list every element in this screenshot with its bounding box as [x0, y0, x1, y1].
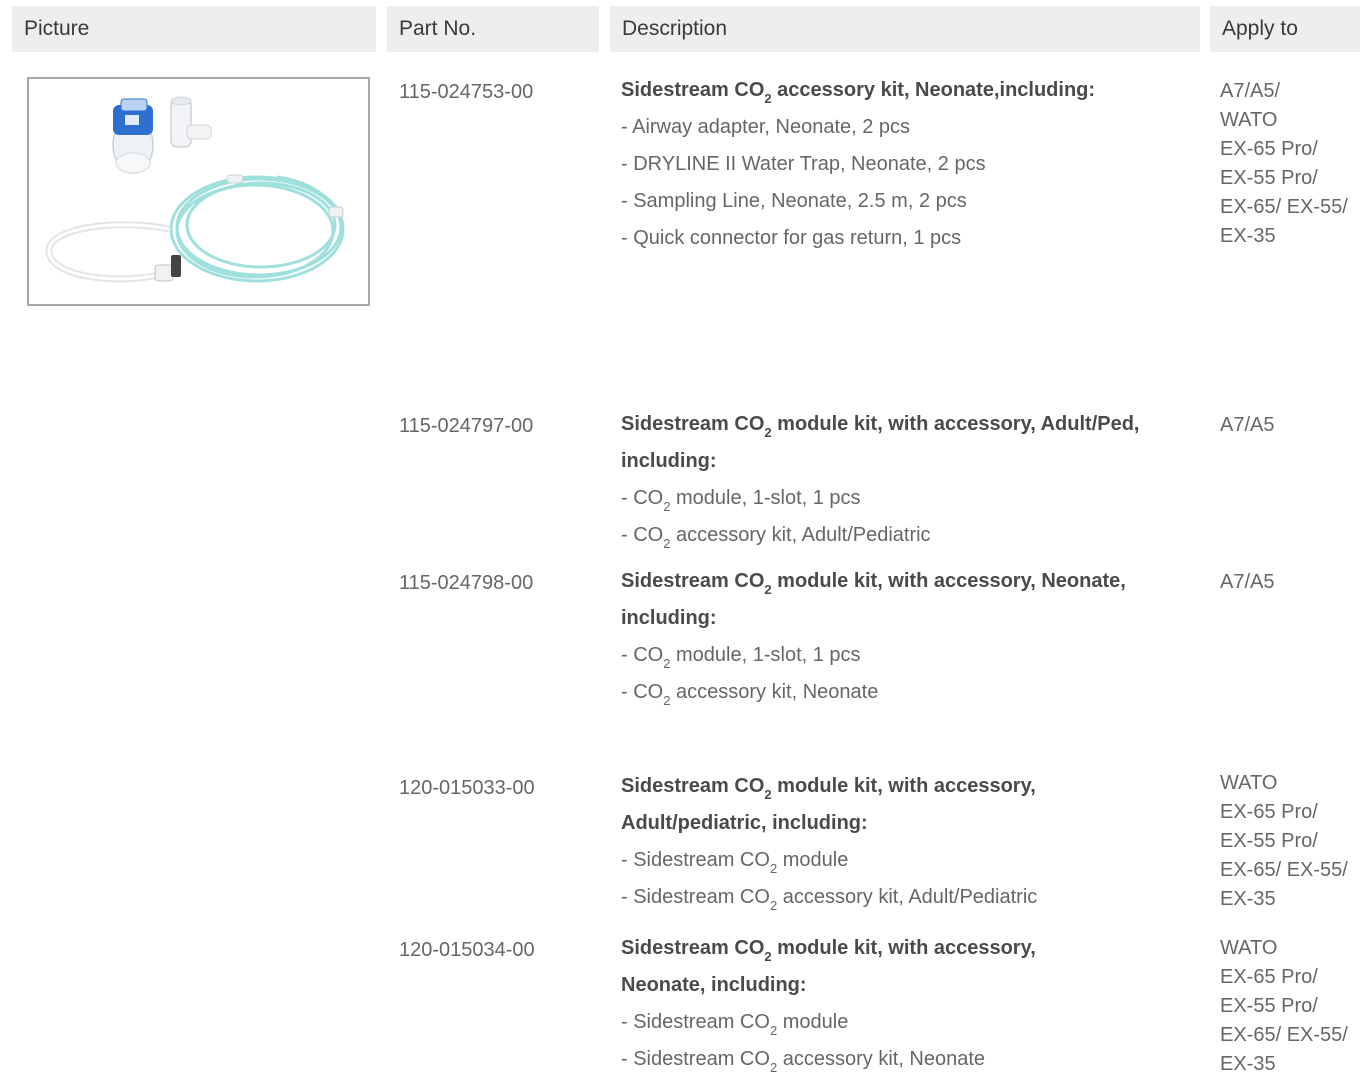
list-item: - CO2 module, 1-slot, 1 pcs — [621, 487, 861, 514]
water-trap-icon — [112, 98, 154, 174]
list-item: - Airway adapter, Neonate, 2 pcs — [621, 116, 911, 138]
apply-model: A7/A5/ — [1220, 80, 1281, 102]
sampling-line-icon — [169, 174, 345, 283]
list-item: - Sidestream CO2 module — [621, 1011, 849, 1038]
list-item: - DRYLINE II Water Trap, Neonate, 2 pcs — [621, 153, 986, 175]
apply-model: A7/A5 — [1220, 414, 1275, 436]
apply-model: WATO — [1220, 937, 1278, 959]
description-title: Sidestream CO2 module kit, with accessor… — [621, 775, 1036, 802]
apply-to-cell: A7/A5 — [1220, 411, 1360, 440]
description-cell: Sidestream CO2 accessory kit, Neonate,in… — [621, 72, 1201, 257]
apply-model: EX-35 — [1220, 225, 1276, 247]
apply-model: WATO — [1220, 772, 1278, 794]
description-title-cont: Neonate, including: — [621, 974, 807, 996]
apply-model: EX-65 Pro/ — [1220, 138, 1318, 160]
part-number: 115-024753-00 — [399, 81, 534, 103]
list-item: - CO2 accessory kit, Neonate — [621, 681, 879, 708]
part-number: 115-024797-00 — [399, 415, 534, 437]
part-number: 120-015034-00 — [399, 939, 535, 961]
part-number: 120-015033-00 — [399, 777, 535, 799]
description-cell: Sidestream CO2 module kit, with accessor… — [621, 563, 1201, 711]
apply-model: EX-55 Pro/ — [1220, 830, 1318, 852]
header-part-no: Part No. — [387, 6, 599, 52]
list-item: - Quick connector for gas return, 1 pcs — [621, 227, 962, 249]
apply-model: EX-65 Pro/ — [1220, 801, 1318, 823]
description-cell: Sidestream CO2 module kit, with accessor… — [621, 406, 1201, 554]
accessory-kit-illustration — [45, 96, 345, 283]
apply-to-cell: WATO EX-65 Pro/ EX-55 Pro/ EX-65/ EX-55/… — [1220, 934, 1360, 1079]
list-item: - Sampling Line, Neonate, 2.5 m, 2 pcs — [621, 190, 967, 212]
part-number: 115-024798-00 — [399, 572, 534, 594]
description-title: Sidestream CO2 accessory kit, Neonate,in… — [621, 79, 1096, 106]
apply-to-cell: A7/A5 — [1220, 568, 1360, 597]
list-item: - CO2 module, 1-slot, 1 pcs — [621, 644, 861, 671]
apply-model: EX-35 — [1220, 888, 1276, 910]
header-description: Description — [610, 6, 1200, 52]
apply-model: A7/A5 — [1220, 571, 1275, 593]
apply-model: WATO — [1220, 109, 1278, 131]
airway-adapter-icon — [170, 96, 212, 148]
apply-to-cell: A7/A5/ WATO EX-65 Pro/ EX-55 Pro/ EX-65/… — [1220, 77, 1360, 251]
apply-model: EX-65/ EX-55/ — [1220, 859, 1348, 881]
header-picture: Picture — [12, 6, 376, 52]
list-item: - Sidestream CO2 module — [621, 849, 849, 876]
description-title-cont: including: — [621, 607, 717, 629]
apply-model: EX-55 Pro/ — [1220, 995, 1318, 1017]
apply-model: EX-65/ EX-55/ — [1220, 196, 1348, 218]
description-title: Sidestream CO2 module kit, with accessor… — [621, 937, 1036, 964]
product-image — [27, 77, 370, 306]
apply-model: EX-55 Pro/ — [1220, 167, 1318, 189]
list-item: - Sidestream CO2 accessory kit, Neonate — [621, 1048, 986, 1075]
apply-model: EX-65 Pro/ — [1220, 966, 1318, 988]
description-cell: Sidestream CO2 module kit, with accessor… — [621, 930, 1201, 1078]
header-apply-to: Apply to — [1210, 6, 1360, 52]
description-title: Sidestream CO2 module kit, with accessor… — [621, 413, 1140, 440]
description-cell: Sidestream CO2 module kit, with accessor… — [621, 768, 1201, 916]
list-item: - Sidestream CO2 accessory kit, Adult/Pe… — [621, 886, 1038, 913]
description-title-cont: Adult/pediatric, including: — [621, 812, 868, 834]
apply-to-cell: WATO EX-65 Pro/ EX-55 Pro/ EX-65/ EX-55/… — [1220, 769, 1360, 914]
apply-model: EX-65/ EX-55/ — [1220, 1024, 1348, 1046]
connector-tube-icon — [45, 221, 181, 283]
description-title: Sidestream CO2 module kit, with accessor… — [621, 570, 1126, 597]
description-title-cont: including: — [621, 450, 717, 472]
list-item: - CO2 accessory kit, Adult/Pediatric — [621, 524, 931, 551]
